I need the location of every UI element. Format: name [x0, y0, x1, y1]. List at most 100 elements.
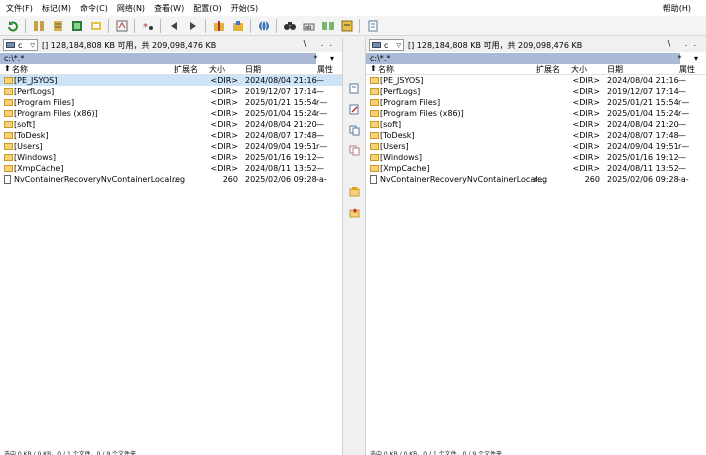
refresh-icon[interactable]	[4, 17, 21, 34]
menu-file[interactable]: 文件(F)	[6, 3, 33, 14]
file-name: [Users]	[14, 142, 43, 151]
file-icon	[4, 175, 11, 184]
multi-rename-tool-icon[interactable]: ab	[300, 17, 317, 34]
folder-row[interactable]: [XmpCache] <DIR> 2024/08/11 13:52—	[366, 163, 706, 174]
folder-icon	[370, 143, 379, 150]
col-ext[interactable]: 扩展名	[174, 64, 198, 75]
view-icon[interactable]	[348, 82, 360, 94]
full-view-icon[interactable]	[49, 17, 66, 34]
root-parent-buttons[interactable]: \ ..	[304, 39, 338, 48]
file-row[interactable]: NvContainerRecoveryNvContainerLocal... re…	[366, 174, 706, 185]
menu-start[interactable]: 开始(S)	[231, 3, 258, 14]
col-ext[interactable]: 扩展名	[536, 64, 560, 75]
folder-icon	[370, 99, 379, 106]
folder-row[interactable]: [Windows] <DIR> 2025/01/16 19:12—	[366, 152, 706, 163]
status-bar: 选中 0 KB / 0 KB，0 / 1 个文件，0 / 9 个文件夹	[370, 451, 503, 455]
col-attr[interactable]: 属性	[679, 64, 695, 75]
ftp-connect-icon[interactable]	[255, 17, 272, 34]
file-name: [Program Files]	[14, 98, 75, 107]
folder-row[interactable]: [Program Files] <DIR> 2025/01/21 15:54 r—	[0, 97, 342, 108]
col-size[interactable]: 大小	[209, 64, 225, 75]
menu-mark[interactable]: 标记(M)	[42, 3, 71, 14]
path-history-buttons[interactable]: * ▾	[677, 54, 703, 63]
folder-row[interactable]: [PE_JSYOS] <DIR> 2024/08/04 21:16—	[366, 75, 706, 86]
col-date[interactable]: 日期	[607, 64, 623, 75]
folder-icon	[4, 143, 13, 150]
file-size: <DIR>	[572, 109, 600, 118]
drive-bar: c ▽ [] 128,184,808 KB 可用，共 209,098,476 K…	[366, 38, 706, 52]
file-row[interactable]: NvContainerRecoveryNvContainerLocal... re…	[0, 174, 342, 185]
file-date: 2024/08/04 21:20	[607, 120, 679, 129]
folder-row[interactable]: [Users] <DIR> 2024/09/04 19:51 r—	[366, 141, 706, 152]
folder-icon	[4, 121, 13, 128]
drive-icon	[6, 42, 15, 48]
back-icon[interactable]	[165, 17, 182, 34]
copy-icon[interactable]	[348, 124, 360, 136]
folder-row[interactable]: [ToDesk] <DIR> 2024/08/07 17:48—	[0, 130, 342, 141]
folder-row[interactable]: [Windows] <DIR> 2025/01/16 19:12—	[0, 152, 342, 163]
edit-icon[interactable]	[348, 103, 360, 115]
multi-rename-icon[interactable]: *	[139, 17, 156, 34]
folder-row[interactable]: [PE_JSYOS] <DIR> 2024/08/04 21:16—	[0, 75, 342, 86]
folder-row[interactable]: [PerfLogs] <DIR> 2019/12/07 17:14—	[366, 86, 706, 97]
notepad-icon[interactable]	[364, 17, 381, 34]
unpack-icon[interactable]	[229, 17, 246, 34]
folder-row[interactable]: [Program Files (x86)] <DIR> 2025/01/04 15:…	[0, 108, 342, 119]
file-size: <DIR>	[572, 120, 600, 129]
path-bar[interactable]: c:\*.*	[366, 53, 680, 64]
file-name: [soft]	[380, 120, 402, 129]
file-attr: —	[316, 120, 324, 129]
folder-row[interactable]: [Program Files] <DIR> 2025/01/21 15:54 r—	[366, 97, 706, 108]
folder-row[interactable]: [XmpCache] <DIR> 2024/08/11 13:52—	[0, 163, 342, 174]
toolbar-separator	[134, 18, 135, 33]
folder-row[interactable]: [soft] <DIR> 2024/08/04 21:20—	[0, 119, 342, 130]
folder-row[interactable]: [Program Files (x86)] <DIR> 2025/01/04 15:…	[366, 108, 706, 119]
pack-icon[interactable]	[210, 17, 227, 34]
menu-configuration[interactable]: 配置(O)	[193, 3, 222, 14]
file-date: 2025/01/04 15:24	[607, 109, 679, 118]
new-folder-icon[interactable]	[348, 185, 360, 197]
col-name[interactable]: 名称	[378, 64, 394, 75]
folder-row[interactable]: [ToDesk] <DIR> 2024/08/07 17:48—	[366, 130, 706, 141]
delete-icon[interactable]	[348, 206, 360, 218]
sync-dirs-icon[interactable]	[319, 17, 336, 34]
file-name: [PerfLogs]	[14, 87, 55, 96]
menu-net[interactable]: 网络(N)	[117, 3, 145, 14]
col-date[interactable]: 日期	[245, 64, 261, 75]
folder-row[interactable]: [Users] <DIR> 2024/09/04 19:51 r—	[0, 141, 342, 152]
free-space-info: [] 128,184,808 KB 可用，共 209,098,476 KB	[408, 40, 583, 50]
col-name[interactable]: 名称	[12, 64, 28, 75]
file-size: 260	[584, 175, 600, 184]
col-attr[interactable]: 属性	[317, 64, 333, 75]
file-attr: —	[678, 131, 686, 140]
path-bar[interactable]: c:\*.*	[0, 53, 316, 64]
file-name: [Program Files]	[380, 98, 441, 107]
file-date: 2024/08/04 21:20	[245, 120, 317, 129]
compare-icon[interactable]	[338, 17, 355, 34]
invert-selection-icon[interactable]	[113, 17, 130, 34]
path-history-buttons[interactable]: * ▾	[313, 54, 339, 63]
toolbar-separator	[250, 18, 251, 33]
folder-row[interactable]: [soft] <DIR> 2024/08/04 21:20—	[366, 119, 706, 130]
drive-selector[interactable]: c ▽	[369, 39, 404, 51]
col-size[interactable]: 大小	[571, 64, 587, 75]
folder-row[interactable]: [PerfLogs] <DIR> 2019/12/07 17:14—	[0, 86, 342, 97]
tree-view-icon[interactable]	[68, 17, 85, 34]
file-date: 2024/08/07 17:48	[245, 131, 317, 140]
file-size: <DIR>	[210, 131, 238, 140]
menu-show[interactable]: 查看(W)	[154, 3, 184, 14]
root-parent-buttons[interactable]: \ ..	[668, 39, 702, 48]
file-name: [Users]	[380, 142, 409, 151]
brief-view-icon[interactable]	[30, 17, 47, 34]
menu-help[interactable]: 帮助(H)	[663, 3, 691, 14]
file-name: [PE_JSYOS]	[380, 76, 424, 85]
menu-commands[interactable]: 命令(C)	[80, 3, 108, 14]
move-icon[interactable]	[348, 144, 360, 156]
file-date: 2025/01/21 15:54	[245, 98, 317, 107]
search-icon[interactable]	[281, 17, 298, 34]
drive-selector[interactable]: c ▽	[3, 39, 38, 51]
current-path: c:\*.*	[4, 54, 25, 63]
folder-icon	[370, 132, 379, 139]
thumbnail-icon[interactable]	[87, 17, 104, 34]
forward-icon[interactable]	[184, 17, 201, 34]
